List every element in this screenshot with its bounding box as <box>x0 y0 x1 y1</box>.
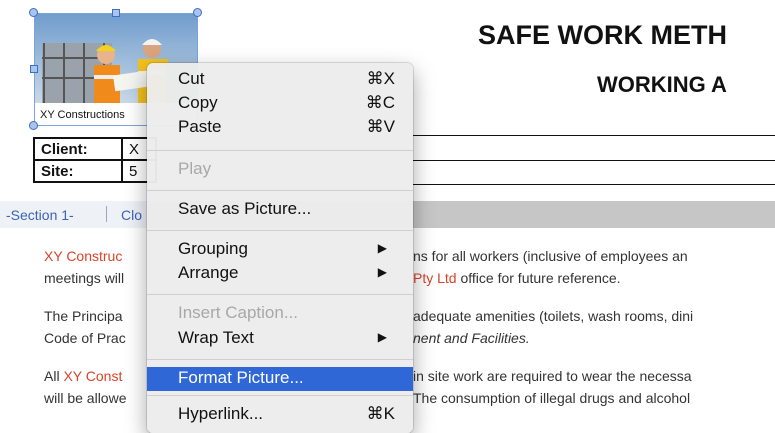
menu-item-grouping[interactable]: Grouping ▶ <box>147 238 413 262</box>
resize-handle-top-left[interactable] <box>29 8 38 17</box>
submenu-arrow-icon: ▶ <box>377 330 387 344</box>
menu-item-arrange[interactable]: Arrange ▶ <box>147 262 413 286</box>
section-2-tab[interactable]: Clo <box>121 207 142 223</box>
para3-company: XY Const <box>63 368 123 384</box>
table-rule-mid <box>413 160 775 161</box>
cut-label: Cut <box>178 69 205 88</box>
document-title: SAFE WORK METH <box>478 20 727 50</box>
para1-line2-right: Pty Ltd office for future reference. <box>413 267 621 289</box>
para1-line2-left: meetings will <box>44 270 125 286</box>
menu-separator <box>147 395 413 396</box>
table-rule-bottom <box>413 184 775 185</box>
context-menu: Cut ⌘X Copy ⌘C Paste ⌘V Play Save as Pic… <box>147 63 413 433</box>
menu-item-format-picture[interactable]: Format Picture... <box>147 367 413 391</box>
menu-separator <box>147 190 413 191</box>
menu-item-play: Play <box>147 158 413 182</box>
para3-line1-right: in site work are required to wear the ne… <box>413 368 692 384</box>
menu-item-save-as-picture[interactable]: Save as Picture... <box>147 198 413 222</box>
company-name: Pty Ltd <box>413 270 457 286</box>
wrap-text-label: Wrap Text <box>178 328 254 347</box>
para3-line1-left: All XY Const <box>44 365 122 387</box>
menu-separator <box>147 359 413 360</box>
para1-line1-left: XY Construc <box>44 248 123 264</box>
site-label: Site: <box>33 159 123 183</box>
copy-shortcut: ⌘C <box>365 93 395 112</box>
client-site-table: Client: X Site: 5 <box>33 137 157 183</box>
menu-item-copy[interactable]: Copy ⌘C <box>147 92 413 116</box>
menu-item-wrap-text[interactable]: Wrap Text ▶ <box>147 327 413 351</box>
resize-handle-left[interactable] <box>30 65 38 73</box>
menu-item-paste[interactable]: Paste ⌘V <box>147 116 413 140</box>
client-label: Client: <box>33 137 123 161</box>
arrange-label: Arrange <box>178 263 239 282</box>
resize-handle-top[interactable] <box>112 9 120 17</box>
para3-line2-left: will be allowe <box>44 390 127 406</box>
section-divider <box>106 206 107 222</box>
copy-label: Copy <box>178 93 218 112</box>
para3-line2-right: The consumption of illegal drugs and alc… <box>413 390 691 406</box>
menu-item-hyperlink[interactable]: Hyperlink... ⌘K <box>147 403 413 427</box>
para1-line2-rest: office for future reference. <box>456 270 621 286</box>
format-picture-label: Format Picture... <box>178 368 304 387</box>
hyperlink-shortcut: ⌘K <box>366 404 395 423</box>
document-subtitle: WORKING A <box>597 72 727 97</box>
para2-line2-left: Code of Prac <box>44 330 126 346</box>
save-as-picture-label: Save as Picture... <box>178 199 312 218</box>
section-1-tab[interactable]: -Section 1- <box>6 207 74 223</box>
menu-separator <box>147 150 413 151</box>
grouping-label: Grouping <box>178 239 248 258</box>
menu-separator <box>147 294 413 295</box>
insert-caption-label: Insert Caption... <box>178 303 299 322</box>
menu-item-cut[interactable]: Cut ⌘X <box>147 68 413 92</box>
para2-line1-left: The Principa <box>44 308 123 324</box>
para3-all: All <box>44 368 64 384</box>
hyperlink-label: Hyperlink... <box>178 404 264 423</box>
submenu-arrow-icon: ▶ <box>377 265 387 279</box>
para2-line1-right: adequate amenities (toilets, wash rooms,… <box>413 308 694 324</box>
submenu-arrow-icon: ▶ <box>377 241 387 255</box>
table-rule-top <box>413 135 775 136</box>
cut-shortcut: ⌘X <box>366 69 395 88</box>
menu-item-insert-caption: Insert Caption... <box>147 302 413 326</box>
paste-shortcut: ⌘V <box>366 117 395 136</box>
resize-handle-bottom-left[interactable] <box>29 121 38 130</box>
menu-separator <box>147 230 413 231</box>
para1-line1-right: ns for all workers (inclusive of employe… <box>413 248 688 264</box>
resize-handle-top-right[interactable] <box>193 8 202 17</box>
paste-label: Paste <box>178 117 222 136</box>
play-label: Play <box>178 159 212 178</box>
para2-line2-right: nent and Facilities. <box>413 330 530 346</box>
